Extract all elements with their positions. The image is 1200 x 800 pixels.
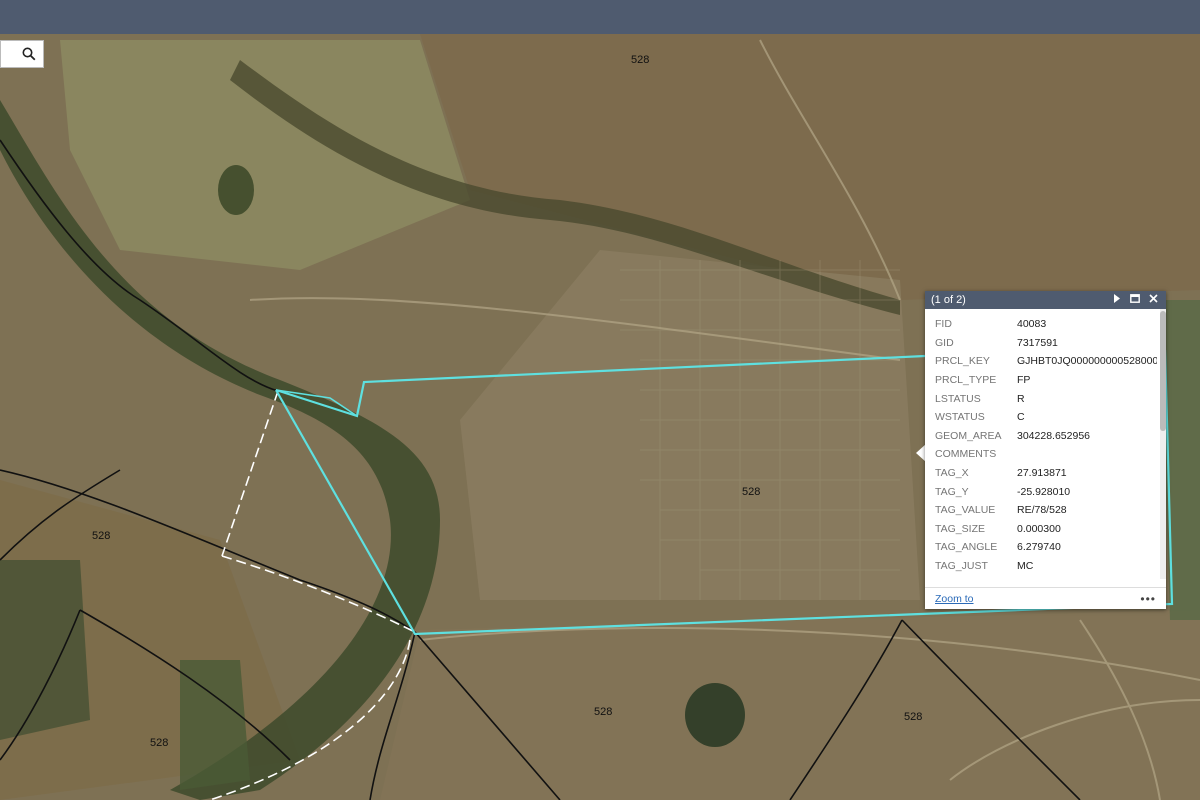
popup-content[interactable]: FID 40083 GID 7317591 PRCL_KEY GJHBT0JQ000000… <box>925 309 1166 579</box>
attribute-key: GEOM_AREA <box>935 429 1002 442</box>
attribute-value: -25.928010 <box>1017 485 1071 498</box>
attribute-row: LSTATUS R <box>935 389 1157 408</box>
attribute-row: TAG_X 27.913871 <box>935 464 1157 483</box>
attribute-row: TAG_JUST MC <box>935 557 1157 576</box>
attribute-value <box>1017 445 1157 464</box>
feature-popup: (1 of 2) FID 40083 GID 7317591 PRCL_KEY GJHBT… <box>925 291 1166 609</box>
close-button[interactable] <box>1144 294 1162 306</box>
attribute-row: PRCL_KEY GJHBT0JQ000000000528000 <box>935 352 1157 371</box>
attribute-key: TAG_VALUE <box>935 504 996 517</box>
attribute-value: 6.279740 <box>1017 541 1061 554</box>
more-actions-button[interactable]: ••• <box>1140 592 1156 606</box>
popup-header: (1 of 2) <box>925 291 1166 309</box>
maximize-button[interactable] <box>1126 294 1144 306</box>
attribute-row: WSTATUS C <box>935 408 1157 427</box>
attribute-value: 304228.652956 <box>1017 429 1090 442</box>
parcel-label: 528 <box>594 706 613 718</box>
attribute-key: TAG_Y <box>935 485 969 498</box>
zoom-to-link[interactable]: Zoom to <box>935 593 1140 605</box>
popup-title: (1 of 2) <box>931 294 966 306</box>
app-header-bar <box>0 0 1200 34</box>
attribute-value: FP <box>1017 374 1031 387</box>
parcel-label: 528 <box>742 486 761 498</box>
parcel-label: 528 <box>631 54 650 66</box>
close-icon <box>1148 294 1158 303</box>
maximize-icon <box>1130 294 1140 303</box>
attribute-value: 7317591 <box>1017 336 1058 349</box>
search-icon <box>22 47 36 61</box>
attribute-row: FID 40083 <box>935 315 1157 334</box>
attribute-value: R <box>1017 392 1025 405</box>
attribute-key: PRCL_TYPE <box>935 374 997 387</box>
attribute-key: GID <box>935 336 954 349</box>
attribute-key: FID <box>935 318 952 331</box>
play-icon <box>1114 294 1120 303</box>
attribute-table: FID 40083 GID 7317591 PRCL_KEY GJHBT0JQ000000… <box>935 315 1157 575</box>
attribute-value: C <box>1017 411 1025 424</box>
attribute-key: PRCL_KEY <box>935 355 990 368</box>
parcel-label: 528 <box>150 737 169 749</box>
attribute-key: WSTATUS <box>935 411 985 424</box>
attribute-row: GEOM_AREA 304228.652956 <box>935 427 1157 446</box>
search-button[interactable] <box>15 41 43 67</box>
attribute-key: TAG_ANGLE <box>935 541 998 554</box>
scroll-thumb[interactable] <box>1160 311 1166 431</box>
attribute-key: LSTATUS <box>935 392 981 405</box>
search-box[interactable] <box>0 40 44 68</box>
attribute-value: 27.913871 <box>1017 467 1067 480</box>
attribute-value: 40083 <box>1017 318 1047 331</box>
attribute-row: PRCL_TYPE FP <box>935 371 1157 390</box>
attribute-row: TAG_Y -25.928010 <box>935 482 1157 501</box>
attribute-key: COMMENTS <box>935 448 997 461</box>
popup-footer: Zoom to ••• <box>925 587 1166 609</box>
attribute-value: MC <box>1017 560 1034 573</box>
attribute-value: RE/78/528 <box>1017 504 1067 517</box>
attribute-key: TAG_SIZE <box>935 522 985 535</box>
next-feature-button[interactable] <box>1108 294 1126 306</box>
attribute-value: GJHBT0JQ000000000528000 <box>1017 355 1157 368</box>
attribute-value: 0.000300 <box>1017 522 1061 535</box>
popup-scrollbar[interactable] <box>1160 309 1166 579</box>
attribute-row: TAG_ANGLE 6.279740 <box>935 538 1157 557</box>
attribute-row: GID 7317591 <box>935 334 1157 353</box>
attribute-row: COMMENTS <box>935 445 1157 464</box>
parcel-label: 528 <box>92 530 111 542</box>
attribute-row: TAG_VALUE RE/78/528 <box>935 501 1157 520</box>
attribute-key: TAG_X <box>935 467 969 480</box>
attribute-key: TAG_JUST <box>935 560 988 573</box>
parcel-label: 528 <box>904 711 923 723</box>
attribute-row: TAG_SIZE 0.000300 <box>935 520 1157 539</box>
